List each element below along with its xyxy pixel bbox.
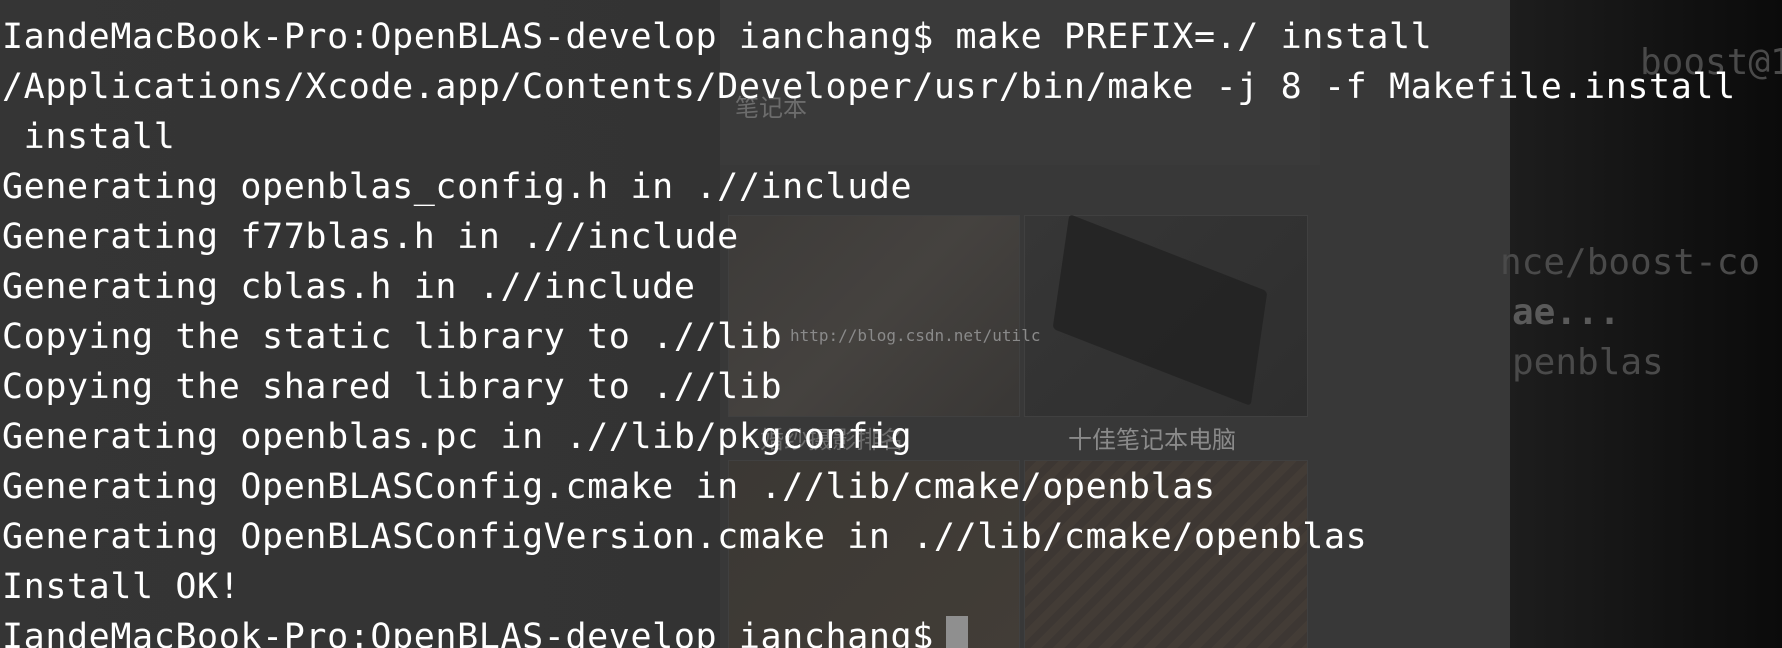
terminal-line: Copying the static library to .//lib (2, 317, 783, 357)
terminal-line: Generating OpenBLASConfigVersion.cmake i… (2, 517, 1368, 557)
shell-prompt: IandeMacBook-Pro:OpenBLAS-develop iancha… (2, 617, 934, 648)
terminal-line: Generating f77blas.h in .//include (2, 217, 739, 257)
terminal-prompt-line[interactable]: IandeMacBook-Pro:OpenBLAS-develop iancha… (2, 612, 968, 648)
terminal-line: Generating openblas.pc in .//lib/pkgconf… (2, 417, 913, 457)
terminal-line: /Applications/Xcode.app/Contents/Develop… (2, 67, 1736, 107)
terminal-line: Generating OpenBLASConfig.cmake in .//li… (2, 467, 1216, 507)
terminal-line: IandeMacBook-Pro:OpenBLAS-develop iancha… (2, 17, 1433, 57)
terminal-line: Generating cblas.h in .//include (2, 267, 696, 307)
terminal-line: Install OK! (2, 567, 241, 607)
screen: 笔记本 婚纱摄影排名 十佳笔记本电脑 boost@1 nce/boost-co … (0, 0, 1782, 648)
terminal-line: install (2, 117, 176, 157)
text-cursor (945, 616, 968, 648)
terminal-line: Generating openblas_config.h in .//inclu… (2, 167, 913, 207)
terminal-line: Copying the shared library to .//lib (2, 367, 783, 407)
terminal-output[interactable]: IandeMacBook-Pro:OpenBLAS-develop iancha… (0, 0, 1782, 648)
